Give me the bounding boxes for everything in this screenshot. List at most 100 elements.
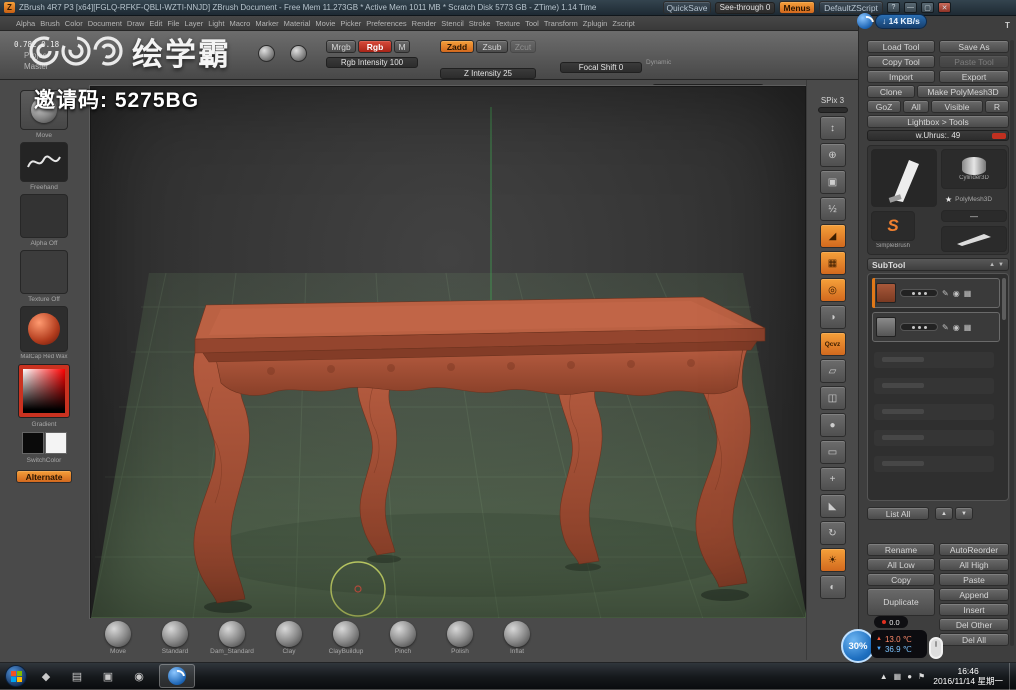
tray-icon[interactable]: ▲ bbox=[880, 672, 888, 681]
menu-item[interactable]: Macro bbox=[229, 19, 250, 28]
simplebrush-thumbnail[interactable]: S bbox=[871, 211, 915, 241]
tray-icon[interactable]: ● bbox=[907, 672, 912, 681]
canvas-document[interactable] bbox=[89, 85, 807, 620]
subtool-mini-slider[interactable] bbox=[900, 289, 938, 297]
right-shelf-icon[interactable]: ● bbox=[819, 413, 846, 437]
maximize-button[interactable]: ▢ bbox=[921, 2, 934, 13]
temperature-widget[interactable]: ▲ 13.0 ℃ ▼ 36.9 ℃ bbox=[871, 630, 927, 658]
line-tool-thumbnail[interactable]: — bbox=[941, 210, 1007, 222]
m-button[interactable]: M bbox=[394, 40, 410, 53]
right-shelf-icon[interactable]: Qcvz bbox=[819, 332, 846, 356]
copy-tool-button[interactable]: Copy Tool bbox=[867, 55, 935, 68]
polymesh3d-item[interactable]: ★ PolyMesh3D bbox=[941, 193, 1007, 206]
menu-item[interactable]: Tool bbox=[525, 19, 539, 28]
all-low-button[interactable]: All Low bbox=[867, 558, 935, 571]
z-intensity-slider[interactable]: Z Intensity 25 bbox=[440, 68, 536, 79]
quicksave-button[interactable]: QuickSave bbox=[663, 1, 711, 14]
dynamic-label[interactable]: Dynamic bbox=[646, 59, 671, 66]
right-shelf-icon[interactable]: ◣ bbox=[819, 494, 846, 518]
eye-icon[interactable]: ◉ bbox=[953, 323, 960, 332]
taskbar-app-icon[interactable]: ◆ bbox=[34, 665, 58, 687]
net-speed-widget[interactable]: ↓ 14 KB/s bbox=[857, 13, 927, 29]
battery-widget[interactable]: 30% bbox=[841, 629, 875, 663]
brush-preset[interactable]: Inflat bbox=[503, 621, 531, 655]
grid-icon[interactable]: ▦ bbox=[964, 323, 972, 332]
knife-tool-thumbnail[interactable] bbox=[941, 226, 1007, 252]
brush-preset[interactable]: Clay bbox=[275, 621, 303, 655]
subtool-empty-slot[interactable] bbox=[874, 456, 994, 472]
rgb-intensity-slider[interactable]: Rgb Intensity 100 bbox=[326, 57, 418, 68]
light-orb-icon[interactable] bbox=[258, 45, 275, 62]
current-stroke-thumbnail[interactable] bbox=[20, 142, 68, 182]
right-shelf-icon[interactable]: ◐ bbox=[819, 575, 846, 599]
tray-icon[interactable]: ⚑ bbox=[918, 672, 925, 681]
eye-icon[interactable]: ◉ bbox=[953, 289, 960, 298]
menu-item[interactable]: Stencil bbox=[441, 19, 464, 28]
autoreorder-button[interactable]: AutoReorder bbox=[939, 543, 1009, 556]
menu-item[interactable]: Alpha bbox=[16, 19, 35, 28]
right-shelf-icon[interactable]: ½ bbox=[819, 197, 846, 221]
menu-item[interactable]: Stroke bbox=[469, 19, 491, 28]
right-shelf-icon[interactable]: ◎ bbox=[819, 278, 846, 302]
start-button[interactable] bbox=[5, 665, 27, 687]
subtool-down-button[interactable]: ▼ bbox=[955, 507, 973, 520]
subtool-collapse-icon[interactable]: ▼ bbox=[998, 262, 1004, 268]
color-picker[interactable] bbox=[18, 364, 70, 418]
taskbar-active-app[interactable] bbox=[159, 664, 195, 688]
switch-color-label[interactable]: SwitchColor bbox=[14, 457, 74, 464]
list-all-button[interactable]: List All bbox=[867, 507, 929, 520]
color-gradient-square[interactable] bbox=[23, 369, 65, 413]
projection-master-label2[interactable]: Master bbox=[24, 62, 48, 71]
load-tool-button[interactable]: Load Tool bbox=[867, 40, 935, 53]
subtool-row-selected[interactable]: ✎ ◉ ▦ bbox=[872, 278, 1000, 308]
alpha-thumbnail[interactable] bbox=[20, 194, 68, 238]
menu-item[interactable]: Layer bbox=[184, 19, 203, 28]
menu-item[interactable]: Material bbox=[284, 19, 311, 28]
right-shelf-icon[interactable]: ◢ bbox=[819, 224, 846, 248]
focal-shift-slider[interactable]: Focal Shift 0 bbox=[560, 62, 642, 73]
export-button[interactable]: Export bbox=[939, 70, 1009, 83]
save-as-button[interactable]: Save As bbox=[939, 40, 1009, 53]
right-shelf-icon[interactable]: ◑ bbox=[819, 305, 846, 329]
brush-preset[interactable]: Polish bbox=[446, 621, 474, 655]
rename-button[interactable]: Rename bbox=[867, 543, 935, 556]
material-thumbnail[interactable] bbox=[20, 306, 68, 352]
cylinder3d-thumbnail[interactable]: Cylinder3D bbox=[941, 149, 1007, 189]
menus-button[interactable]: Menus bbox=[779, 1, 815, 14]
right-shelf-icon[interactable]: ☀ bbox=[819, 548, 846, 572]
right-shelf-icon[interactable]: ▭ bbox=[819, 440, 846, 464]
zsub-button[interactable]: Zsub bbox=[476, 40, 508, 53]
menu-item[interactable]: Draw bbox=[127, 19, 145, 28]
make-polymesh3d-button[interactable]: Make PolyMesh3D bbox=[917, 85, 1009, 98]
right-shelf-icon[interactable]: ▦ bbox=[819, 251, 846, 275]
menu-item[interactable]: File bbox=[167, 19, 179, 28]
taskbar-app-icon[interactable]: ▤ bbox=[65, 665, 89, 687]
menu-item[interactable]: Movie bbox=[315, 19, 335, 28]
secondary-color-swatch[interactable] bbox=[45, 432, 67, 454]
goz-visible-button[interactable]: Visible bbox=[931, 100, 983, 113]
minimize-button[interactable]: — bbox=[904, 2, 917, 13]
subtool-empty-slot[interactable] bbox=[874, 404, 994, 420]
subtool-up-button[interactable]: ▲ bbox=[935, 507, 953, 520]
subtool-scrollbar[interactable] bbox=[1002, 278, 1006, 320]
lightbox-tools-button[interactable]: Lightbox > Tools bbox=[867, 115, 1009, 128]
menu-item[interactable]: Brush bbox=[40, 19, 60, 28]
menu-item[interactable]: Render bbox=[412, 19, 437, 28]
menu-item[interactable]: Zplugin bbox=[583, 19, 608, 28]
menu-item[interactable]: Zscript bbox=[612, 19, 635, 28]
menu-item[interactable]: Edit bbox=[149, 19, 162, 28]
right-shelf-icon[interactable]: ◫ bbox=[819, 386, 846, 410]
subtool-empty-slot[interactable] bbox=[874, 378, 994, 394]
right-shelf-icon[interactable]: ↕ bbox=[819, 116, 846, 140]
polypaint-icon[interactable]: ✎ bbox=[942, 323, 949, 332]
zadd-button[interactable]: Zadd bbox=[440, 40, 474, 53]
goz-all-button[interactable]: All bbox=[903, 100, 929, 113]
goz-button[interactable]: GoZ bbox=[867, 100, 901, 113]
current-brush-thumbnail[interactable] bbox=[20, 90, 68, 130]
subtool-empty-slot[interactable] bbox=[874, 430, 994, 446]
slider-handle[interactable] bbox=[992, 133, 1006, 139]
goz-r-button[interactable]: R bbox=[985, 100, 1009, 113]
subtool-paste-button[interactable]: Paste bbox=[939, 573, 1009, 586]
menu-item[interactable]: Document bbox=[88, 19, 122, 28]
brush-preset[interactable]: ClayBuildup bbox=[329, 621, 363, 655]
